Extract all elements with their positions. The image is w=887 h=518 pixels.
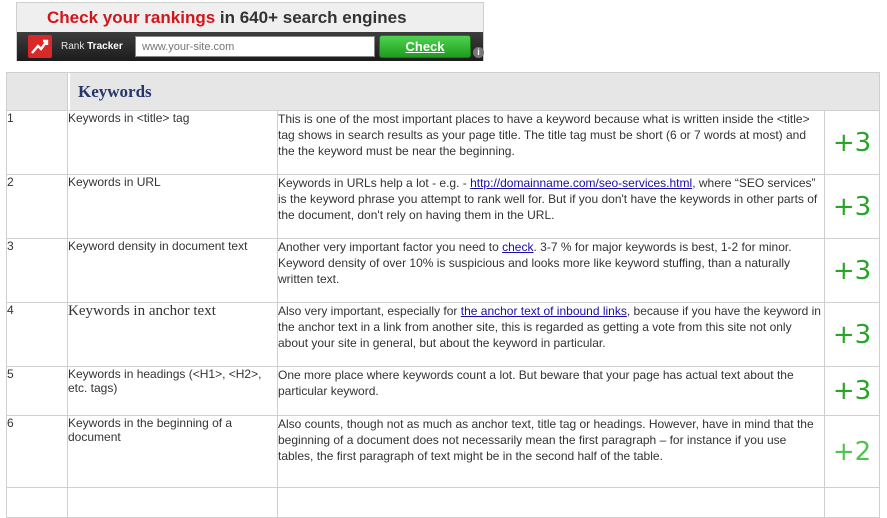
table-row: 4 Keywords in anchor text Also very impo… (7, 303, 880, 367)
table-row: 3 Keyword density in document text Anoth… (7, 239, 880, 303)
factor-name (68, 488, 278, 518)
factor-description: This is one of the most important places… (278, 111, 825, 175)
factor-description: Another very important factor you need t… (278, 239, 825, 303)
brand-name-bold: Tracker (87, 41, 123, 52)
check-button[interactable]: Check (379, 35, 471, 58)
factor-description (278, 488, 825, 518)
table-row: 5 Keywords in headings (<H1>, <H2>, etc.… (7, 367, 880, 416)
anchor-text-link[interactable]: the anchor text of inbound links (461, 304, 627, 318)
factor-score: +3 (825, 175, 880, 239)
headline-highlight: Check your rankings (47, 8, 216, 27)
row-number: 5 (7, 367, 68, 416)
factor-name: Keywords in anchor text (68, 303, 278, 367)
headline-rest: in 640+ search engines (215, 8, 407, 27)
factor-score: +3 (825, 111, 880, 175)
banner-headline: Check your rankings in 640+ search engin… (17, 3, 483, 32)
factor-name: Keywords in the beginning of a document (68, 416, 278, 488)
table-section-title: Keywords (68, 73, 880, 111)
factor-description: Keywords in URLs help a lot - e.g. - htt… (278, 175, 825, 239)
factor-name: Keywords in <title> tag (68, 111, 278, 175)
row-number: 2 (7, 175, 68, 239)
header-number-cell (7, 73, 68, 111)
factor-score (825, 488, 880, 518)
row-number: 6 (7, 416, 68, 488)
site-url-input[interactable] (135, 36, 375, 57)
factor-score: +3 (825, 303, 880, 367)
rank-tracker-logo-icon (28, 35, 52, 58)
row-number: 1 (7, 111, 68, 175)
table-row: 1 Keywords in <title> tag This is one of… (7, 111, 880, 175)
description-text: Another very important factor you need t… (278, 240, 503, 254)
factor-score: +3 (825, 239, 880, 303)
table-header-row: Keywords (7, 73, 880, 111)
table-row: 6 Keywords in the beginning of a documen… (7, 416, 880, 488)
row-number: 3 (7, 239, 68, 303)
factor-description: One more place where keywords count a lo… (278, 367, 825, 416)
rank-tracker-banner[interactable]: Check your rankings in 640+ search engin… (16, 2, 484, 61)
example-url-link[interactable]: http://domainname.com/seo-services.html (470, 176, 692, 190)
factor-score: +3 (825, 367, 880, 416)
banner-toolbar: Rank Tracker Check i (17, 32, 484, 61)
factor-name: Keywords in URL (68, 175, 278, 239)
factor-description: Also very important, especially for the … (278, 303, 825, 367)
check-density-link[interactable]: check (502, 240, 533, 254)
row-number: 4 (7, 303, 68, 367)
description-text: Keywords in URLs help a lot - e.g. - (278, 176, 471, 190)
factor-name: Keyword density in document text (68, 239, 278, 303)
row-number (7, 488, 68, 518)
table-row: 2 Keywords in URL Keywords in URLs help … (7, 175, 880, 239)
brand-prefix: Rank (61, 41, 88, 52)
factor-score: +2 (825, 416, 880, 488)
brand-name: Rank Tracker (61, 32, 123, 61)
table-row (7, 488, 880, 518)
keywords-table: Keywords 1 Keywords in <title> tag This … (6, 72, 880, 518)
info-icon[interactable]: i (473, 47, 484, 58)
factor-name: Keywords in headings (<H1>, <H2>, etc. t… (68, 367, 278, 416)
description-text: Also very important, especially for (278, 304, 461, 318)
factor-description: Also counts, though not as much as ancho… (278, 416, 825, 488)
